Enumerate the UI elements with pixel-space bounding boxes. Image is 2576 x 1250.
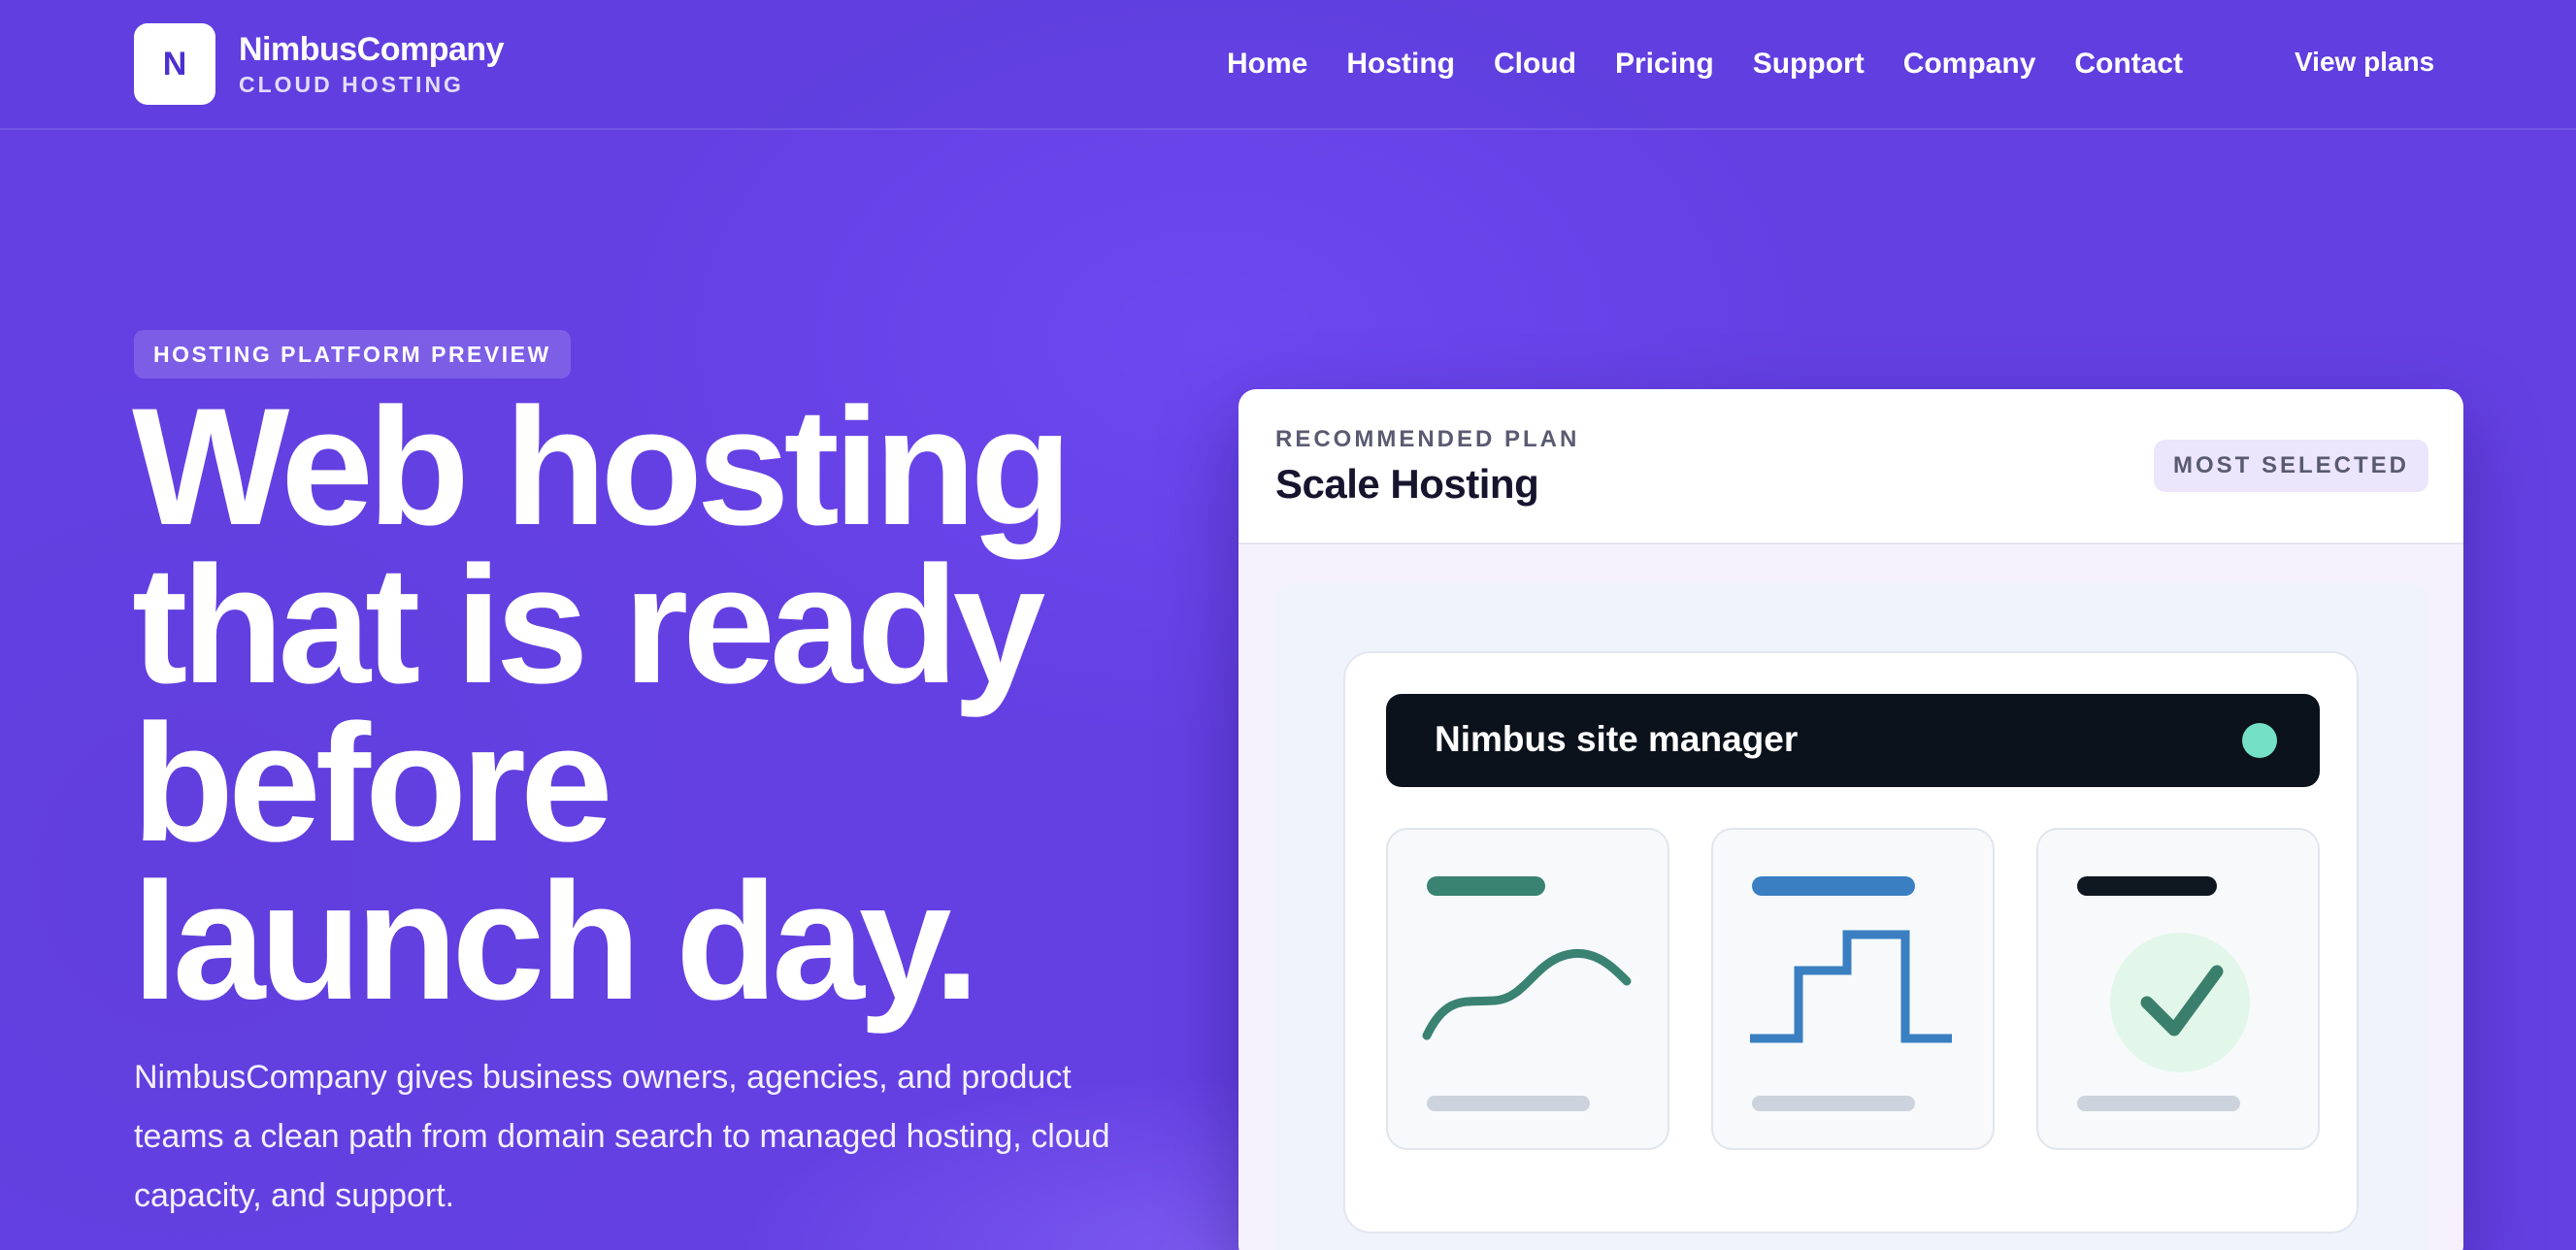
- plan-title: Scale Hosting: [1275, 461, 1539, 507]
- site-manager-title: Nimbus site manager: [1435, 719, 1799, 759]
- main-nav: Home Hosting Cloud Pricing Support Compa…: [1227, 45, 2183, 83]
- headline-line: before: [132, 690, 613, 876]
- nav-support[interactable]: Support: [1753, 48, 1865, 81]
- hero-eyebrow: HOSTING PLATFORM PREVIEW: [134, 330, 571, 378]
- view-plans-button[interactable]: View plans: [2295, 47, 2434, 78]
- hero-headline: Web hosting that is ready before launch …: [132, 374, 1200, 1035]
- brand-tagline: CLOUD HOSTING: [239, 72, 464, 97]
- nav-company[interactable]: Company: [1903, 48, 2036, 81]
- plan-card: RECOMMENDED PLAN Scale Hosting MOST SELE…: [1238, 389, 2463, 1250]
- status-dot-icon: [2242, 723, 2277, 758]
- brand-name[interactable]: NimbusCompany: [239, 31, 505, 69]
- plan-preview-area: Nimbus site manager: [1238, 544, 2463, 1250]
- site-header: N NimbusCompany CLOUD HOSTING Home Hosti…: [0, 0, 2576, 130]
- nav-contact[interactable]: Contact: [2074, 48, 2183, 81]
- headline-line: that is ready: [132, 532, 1045, 718]
- tile-footer-bar: [2077, 1096, 2240, 1111]
- tile-footer-bar: [1427, 1096, 1590, 1111]
- plan-card-header: RECOMMENDED PLAN Scale Hosting MOST SELE…: [1238, 389, 2463, 544]
- nav-home[interactable]: Home: [1227, 48, 1307, 81]
- plan-kicker: RECOMMENDED PLAN: [1275, 426, 1580, 452]
- logo-mark[interactable]: N: [134, 23, 215, 105]
- headline-line: launch day.: [132, 848, 980, 1035]
- nav-pricing[interactable]: Pricing: [1615, 48, 1714, 81]
- headline-line: Web hosting: [132, 374, 1073, 560]
- site-manager-bar: Nimbus site manager: [1386, 694, 2320, 787]
- metric-tile-check: [2036, 828, 2320, 1150]
- hero-description: NimbusCompany gives business owners, age…: [134, 1059, 1110, 1214]
- most-selected-badge: MOST SELECTED: [2153, 440, 2428, 492]
- tile-footer-bar: [1752, 1096, 1915, 1111]
- metric-tile-trend: [1386, 828, 1669, 1150]
- nav-cloud[interactable]: Cloud: [1494, 48, 1576, 81]
- site-manager-mockup: Nimbus site manager: [1343, 651, 2359, 1234]
- nav-hosting[interactable]: Hosting: [1346, 48, 1455, 81]
- metric-tile-steps: [1711, 828, 1995, 1150]
